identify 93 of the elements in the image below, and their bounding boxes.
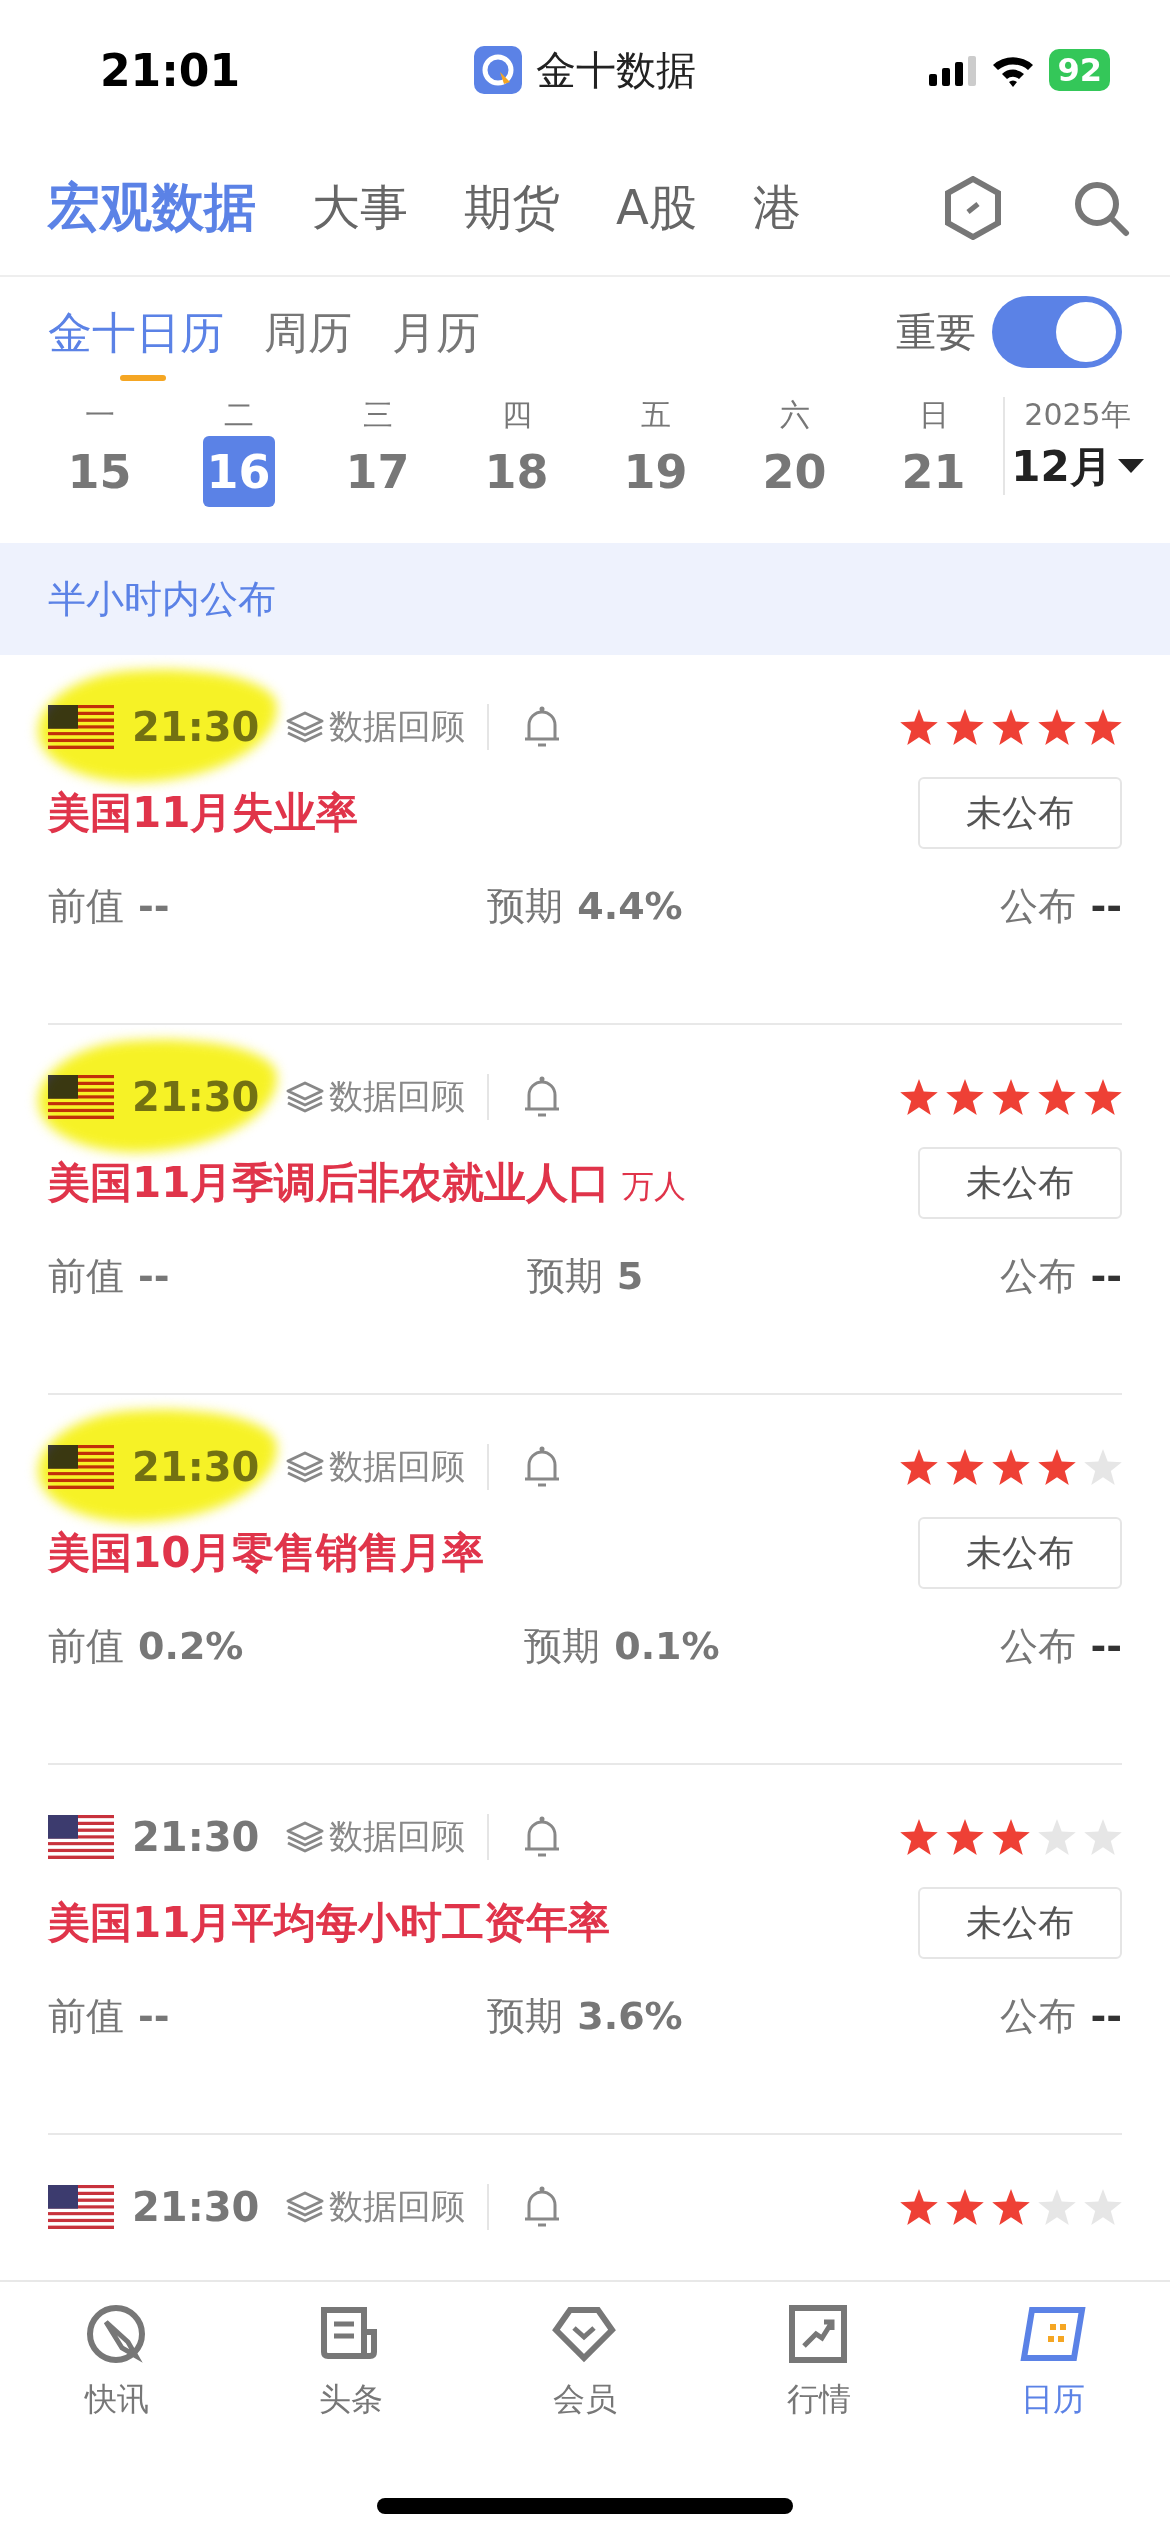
value-text: 3.6% (577, 1994, 683, 2038)
category-tab[interactable]: 宏观数据 (48, 172, 256, 243)
status-button[interactable]: 未公布 (918, 1887, 1122, 1959)
value-label: 预期 (526, 1252, 603, 1300)
event-time: 21:30 (132, 1814, 260, 1860)
value-text: -- (138, 1994, 170, 2038)
value-text: 5 (616, 1254, 644, 1298)
value-text: -- (138, 884, 170, 928)
layers-icon (285, 710, 326, 744)
category-tab[interactable]: 大事 (312, 175, 408, 240)
event-time: 21:30 (132, 1074, 260, 1120)
layers-icon (285, 1820, 326, 1854)
event-time: 21:30 (132, 2184, 260, 2230)
data-review-link[interactable]: 数据回顾 (285, 1074, 490, 1120)
bell-icon[interactable] (523, 1075, 562, 1119)
date-button[interactable]: 17 (341, 436, 414, 507)
battery-level: 92 (1049, 49, 1110, 91)
date-button[interactable]: 20 (758, 436, 831, 507)
value-label: 预期 (487, 1992, 564, 2040)
date-button[interactable]: 16 (202, 436, 275, 507)
weekday-label: 二 (223, 396, 254, 434)
value-text: 0.2% (138, 1624, 244, 1668)
value-label: 前值 (48, 1252, 124, 1300)
event-title[interactable]: 美国11月失业率 (48, 785, 359, 841)
section-header: 半小时内公布 (0, 543, 1170, 655)
calendar-tab[interactable]: 月历 (392, 293, 480, 385)
bell-icon[interactable] (523, 705, 562, 749)
value-text: -- (1090, 1624, 1122, 1668)
event-title[interactable]: 美国10月零售销售月率 (48, 1525, 485, 1581)
value-label: 公布 (1000, 1252, 1077, 1300)
event-title[interactable]: 美国11月平均每小时工资年率 (48, 1895, 611, 1951)
event-time: 21:30 (132, 704, 260, 750)
date-button[interactable]: 19 (619, 436, 692, 507)
weekday-label: 四 (501, 396, 532, 434)
date-button[interactable]: 15 (63, 436, 136, 507)
layers-icon (285, 1080, 326, 1114)
app-logo-icon (473, 46, 522, 94)
nav-tab[interactable]: 快讯 (0, 2302, 234, 2422)
signal-icon (929, 54, 978, 86)
bell-icon[interactable] (523, 1445, 562, 1489)
value-label: 公布 (1000, 882, 1077, 930)
app-name: 金十数据 (535, 45, 696, 95)
value-label: 公布 (1000, 1622, 1077, 1670)
status-button[interactable]: 未公布 (918, 1517, 1122, 1589)
toggle-label: 重要 (896, 307, 976, 357)
value-label: 公布 (1000, 1992, 1077, 2040)
layers-icon (285, 2190, 326, 2224)
layers-icon (285, 1450, 326, 1484)
value-label: 前值 (48, 1622, 124, 1670)
calendar-tab[interactable]: 金十日历 (48, 293, 224, 385)
year-label: 2025年 (1024, 396, 1131, 434)
value-text: -- (1090, 884, 1122, 928)
value-label: 预期 (487, 882, 564, 930)
weekday-label: 六 (779, 396, 810, 434)
bell-icon[interactable] (523, 1815, 562, 1859)
nav-tab[interactable]: 行情 (702, 2302, 936, 2422)
nav-tab[interactable]: 日历 (936, 2302, 1170, 2422)
date-button[interactable]: 21 (897, 436, 970, 507)
weekday-label: 日 (918, 396, 949, 434)
value-label: 预期 (524, 1622, 601, 1670)
unit-label: 万人 (622, 1166, 687, 1207)
us-flag-icon (48, 2185, 114, 2229)
bell-icon[interactable] (523, 2185, 562, 2229)
value-text: -- (138, 1254, 170, 1298)
value-text: -- (1090, 1254, 1122, 1298)
nav-tab[interactable]: 头条 (234, 2302, 468, 2422)
event-title[interactable]: 美国11月季调后非农就业人口 (48, 1155, 611, 1211)
hexagon-icon[interactable] (944, 175, 1002, 240)
data-review-link[interactable]: 数据回顾 (285, 2184, 490, 2230)
data-review-link[interactable]: 数据回顾 (285, 704, 490, 750)
month-picker[interactable]: 12月 (1011, 439, 1144, 495)
category-tab[interactable]: A股 (616, 175, 697, 240)
value-text: 0.1% (614, 1624, 720, 1668)
us-flag-icon (48, 1815, 114, 1859)
weekday-label: 五 (640, 396, 671, 434)
calendar-tab[interactable]: 周历 (264, 293, 352, 385)
nav-tab[interactable]: 会员 (468, 2302, 702, 2422)
value-text: 4.4% (577, 884, 683, 928)
value-label: 前值 (48, 1992, 124, 2040)
value-text: -- (1090, 1994, 1122, 2038)
status-button[interactable]: 未公布 (918, 777, 1122, 849)
weekday-label: 三 (362, 396, 393, 434)
data-review-link[interactable]: 数据回顾 (285, 1814, 490, 1860)
status-button[interactable]: 未公布 (918, 1147, 1122, 1219)
data-review-link[interactable]: 数据回顾 (285, 1444, 490, 1490)
date-button[interactable]: 18 (480, 436, 553, 507)
value-label: 前值 (48, 882, 124, 930)
weekday-label: 一 (84, 396, 115, 434)
caret-icon (1117, 459, 1144, 475)
clock-time: 21:01 (100, 44, 242, 96)
category-tab[interactable]: 港 (752, 175, 801, 240)
category-tab[interactable]: 期货 (464, 175, 560, 240)
event-time: 21:30 (132, 1444, 260, 1490)
